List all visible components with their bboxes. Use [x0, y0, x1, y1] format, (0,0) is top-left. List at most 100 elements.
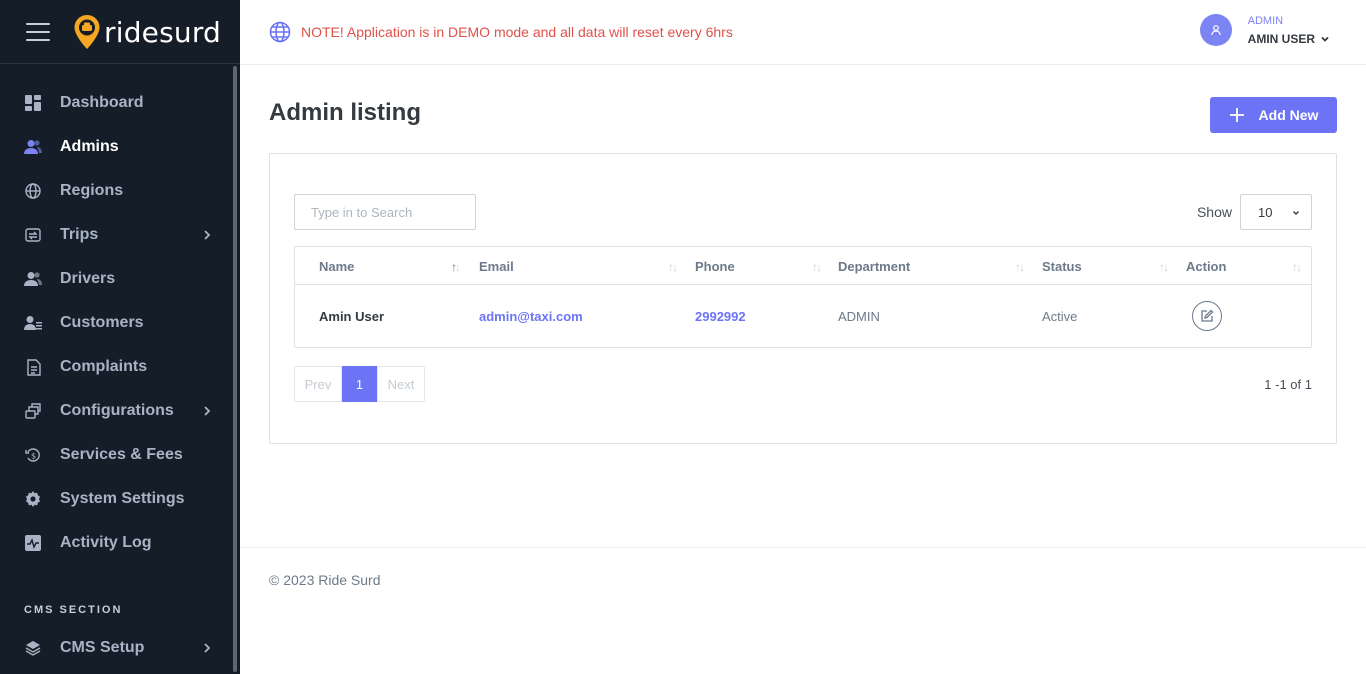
sidebar-item-label: Services & Fees	[60, 446, 183, 463]
user-icon	[1210, 25, 1221, 36]
sidebar: ridesurd Dashboard Admins Regions Trips …	[0, 0, 240, 674]
plus-icon	[1229, 108, 1244, 122]
prev-page-button[interactable]: Prev	[294, 366, 342, 402]
sidebar-item-label: Configurations	[60, 402, 174, 419]
sidebar-item-complaints[interactable]: Complaints	[0, 345, 232, 389]
services-icon: $	[24, 446, 42, 464]
globe-icon	[269, 21, 291, 43]
column-header-phone[interactable]: Phone	[695, 247, 735, 285]
sort-icon[interactable]: ↑↓	[812, 260, 822, 274]
table-row: Amin User admin@taxi.com 2992992 ADMIN A…	[295, 285, 1311, 347]
menu-toggle-icon[interactable]	[26, 23, 50, 41]
chevron-right-icon	[204, 406, 211, 416]
user-name-text: AMIN USER	[1247, 31, 1315, 46]
sidebar-item-label: Regions	[60, 182, 124, 199]
logo[interactable]: ridesurd	[73, 14, 221, 50]
column-header-action: Action	[1186, 258, 1227, 274]
avatar	[1199, 14, 1232, 46]
sidebar-item-regions[interactable]: Regions	[0, 169, 232, 213]
page-title: Admin listing	[269, 99, 421, 126]
page-size-select[interactable]: 10	[1240, 194, 1312, 230]
footer: © 2023 Ride Surd	[240, 547, 1366, 674]
sort-icon[interactable]: ↑↓	[1159, 260, 1169, 274]
sidebar-item-dashboard[interactable]: Dashboard	[0, 81, 232, 125]
svg-text:$: $	[31, 452, 36, 461]
sidebar-item-cms-setup[interactable]: CMS Setup	[0, 626, 232, 670]
cms-section-heading: CMS SECTION	[24, 604, 123, 616]
pagination: Prev 1 Next	[294, 366, 425, 402]
customers-icon	[24, 314, 42, 332]
sidebar-nav: Dashboard Admins Regions Trips Drivers C…	[0, 81, 232, 565]
configurations-icon	[24, 402, 42, 420]
chevron-right-icon	[204, 643, 211, 653]
add-new-button[interactable]: Add New	[1210, 97, 1337, 133]
sidebar-item-admins[interactable]: Admins	[0, 125, 232, 169]
cell-action	[1192, 285, 1222, 347]
sort-icon[interactable]: ↑↓	[451, 260, 461, 274]
sidebar-item-label: Trips	[60, 226, 99, 243]
show-label: Show	[1196, 204, 1232, 220]
cell-email-link[interactable]: admin@taxi.com	[479, 285, 583, 347]
sidebar-scrollbar[interactable]	[233, 66, 237, 672]
sidebar-item-customers[interactable]: Customers	[0, 301, 232, 345]
admin-listing-card: Show 10 Name ↑↓ Email ↑↓ Phone ↑↓ Depart…	[269, 153, 1337, 444]
sidebar-item-trips[interactable]: Trips	[0, 213, 232, 257]
column-header-email[interactable]: Email	[479, 247, 514, 285]
user-name: AMIN USER	[1248, 32, 1331, 46]
sidebar-item-label: Activity Log	[60, 534, 152, 551]
sidebar-item-configurations[interactable]: Configurations	[0, 389, 232, 433]
search-input[interactable]	[294, 194, 476, 230]
cell-status: Active	[1042, 308, 1078, 324]
user-role: ADMIN	[1247, 14, 1284, 27]
chevron-down-icon	[1321, 36, 1329, 42]
next-page-button[interactable]: Next	[377, 366, 425, 402]
column-header-name[interactable]: Name	[319, 247, 354, 285]
complaints-icon	[24, 358, 42, 376]
demo-notice-text: NOTE! Application is in DEMO mode and al…	[301, 24, 733, 40]
sidebar-item-label: Complaints	[60, 358, 148, 375]
users-icon	[24, 138, 42, 156]
page-size-value: 10	[1258, 204, 1273, 220]
add-new-label: Add New	[1258, 107, 1319, 123]
trips-icon	[24, 226, 42, 244]
drivers-icon	[24, 270, 42, 288]
admin-table: Name ↑↓ Email ↑↓ Phone ↑↓ Department ↑↓ …	[294, 246, 1312, 348]
page-1-button[interactable]: 1	[342, 366, 377, 402]
chevron-right-icon	[204, 230, 211, 240]
sidebar-item-label: System Settings	[60, 490, 185, 507]
cell-name: Amin User	[319, 308, 385, 324]
demo-notice: NOTE! Application is in DEMO mode and al…	[269, 21, 733, 43]
column-header-department[interactable]: Department	[838, 247, 910, 285]
activity-icon	[24, 534, 42, 552]
layers-icon	[24, 639, 42, 657]
sidebar-item-activity-log[interactable]: Activity Log	[0, 521, 232, 565]
globe-icon	[24, 182, 42, 200]
sidebar-item-label: Dashboard	[60, 94, 144, 111]
sidebar-item-label: Admins	[60, 138, 119, 155]
page-size-control: Show 10	[1197, 194, 1312, 230]
topbar: NOTE! Application is in DEMO mode and al…	[240, 0, 1366, 65]
edit-button[interactable]	[1192, 301, 1222, 331]
sort-icon[interactable]: ↑↓	[668, 260, 678, 274]
edit-icon	[1201, 309, 1214, 322]
sidebar-item-services-fees[interactable]: $ Services & Fees	[0, 433, 232, 477]
sidebar-item-system-settings[interactable]: System Settings	[0, 477, 232, 521]
sidebar-item-label: Customers	[60, 314, 144, 331]
sort-icon[interactable]: ↑↓	[1015, 260, 1025, 274]
chevron-down-icon	[1293, 211, 1299, 215]
sort-icon[interactable]: ↑↓	[1292, 260, 1302, 274]
cell-phone-link[interactable]: 2992992	[695, 285, 746, 347]
brand-bar: ridesurd	[0, 0, 240, 64]
sidebar-item-drivers[interactable]: Drivers	[0, 257, 232, 301]
cell-department: ADMIN	[838, 308, 880, 324]
user-menu[interactable]: ADMIN AMIN USER	[1199, 14, 1331, 46]
brand-name: ridesurd	[104, 15, 222, 49]
logo-pin-icon	[74, 15, 100, 49]
sidebar-item-label: CMS Setup	[60, 639, 145, 656]
column-header-status[interactable]: Status	[1042, 247, 1082, 285]
copyright-text: © 2023 Ride Surd	[269, 572, 381, 588]
sidebar-item-label: Drivers	[60, 270, 116, 287]
settings-icon	[24, 490, 42, 508]
dashboard-icon	[24, 94, 42, 112]
table-header: Name ↑↓ Email ↑↓ Phone ↑↓ Department ↑↓ …	[295, 247, 1311, 285]
